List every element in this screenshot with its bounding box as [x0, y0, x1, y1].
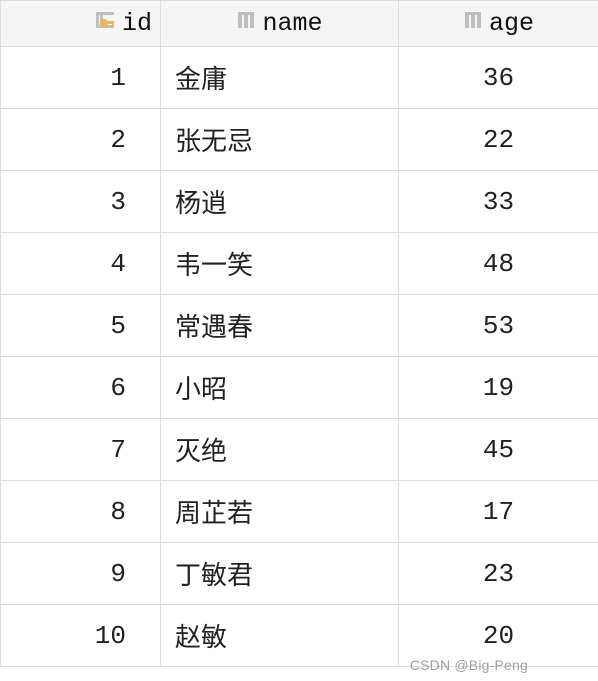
result-table: id name: [0, 0, 598, 667]
column-header-label: id: [122, 9, 152, 38]
column-header-name[interactable]: name: [161, 1, 399, 47]
column-icon: [463, 9, 483, 38]
cell-name[interactable]: 韦一笑: [161, 233, 399, 295]
table-row[interactable]: 3杨逍33: [1, 171, 598, 233]
table-row[interactable]: 5常遇春53: [1, 295, 598, 357]
cell-id[interactable]: 5: [1, 295, 161, 357]
cell-age[interactable]: 17: [399, 481, 598, 543]
cell-age[interactable]: 45: [399, 419, 598, 481]
cell-name[interactable]: 金庸: [161, 47, 399, 109]
cell-name[interactable]: 灭绝: [161, 419, 399, 481]
column-icon: [236, 9, 256, 38]
cell-id[interactable]: 6: [1, 357, 161, 419]
cell-age[interactable]: 53: [399, 295, 598, 357]
table-row[interactable]: 9丁敏君23: [1, 543, 598, 605]
cell-age[interactable]: 22: [399, 109, 598, 171]
column-header-id[interactable]: id: [1, 1, 161, 47]
table-row[interactable]: 8周芷若17: [1, 481, 598, 543]
column-header-label: age: [489, 9, 534, 38]
table-row[interactable]: 4韦一笑48: [1, 233, 598, 295]
column-header-label: name: [262, 9, 322, 38]
cell-age[interactable]: 19: [399, 357, 598, 419]
table-row[interactable]: 7灭绝45: [1, 419, 598, 481]
table-row[interactable]: 1金庸36: [1, 47, 598, 109]
cell-age[interactable]: 23: [399, 543, 598, 605]
cell-name[interactable]: 周芷若: [161, 481, 399, 543]
cell-name[interactable]: 丁敏君: [161, 543, 399, 605]
cell-id[interactable]: 2: [1, 109, 161, 171]
cell-id[interactable]: 7: [1, 419, 161, 481]
cell-name[interactable]: 小昭: [161, 357, 399, 419]
cell-age[interactable]: 33: [399, 171, 598, 233]
cell-id[interactable]: 10: [1, 605, 161, 667]
table-row[interactable]: 2张无忌22: [1, 109, 598, 171]
cell-age[interactable]: 48: [399, 233, 598, 295]
primary-key-icon: [94, 9, 116, 39]
table-header-row: id name: [1, 1, 598, 47]
cell-id[interactable]: 9: [1, 543, 161, 605]
watermark-text: CSDN @Big-Peng: [410, 657, 528, 673]
cell-id[interactable]: 3: [1, 171, 161, 233]
cell-id[interactable]: 8: [1, 481, 161, 543]
cell-name[interactable]: 赵敏: [161, 605, 399, 667]
cell-id[interactable]: 1: [1, 47, 161, 109]
column-header-age[interactable]: age: [399, 1, 598, 47]
table-body: 1金庸36 2张无忌22 3杨逍33 4韦一笑48 5常遇春53 6小昭19 7…: [1, 47, 598, 667]
cell-id[interactable]: 4: [1, 233, 161, 295]
cell-age[interactable]: 36: [399, 47, 598, 109]
table-row[interactable]: 6小昭19: [1, 357, 598, 419]
cell-name[interactable]: 张无忌: [161, 109, 399, 171]
cell-name[interactable]: 杨逍: [161, 171, 399, 233]
cell-name[interactable]: 常遇春: [161, 295, 399, 357]
